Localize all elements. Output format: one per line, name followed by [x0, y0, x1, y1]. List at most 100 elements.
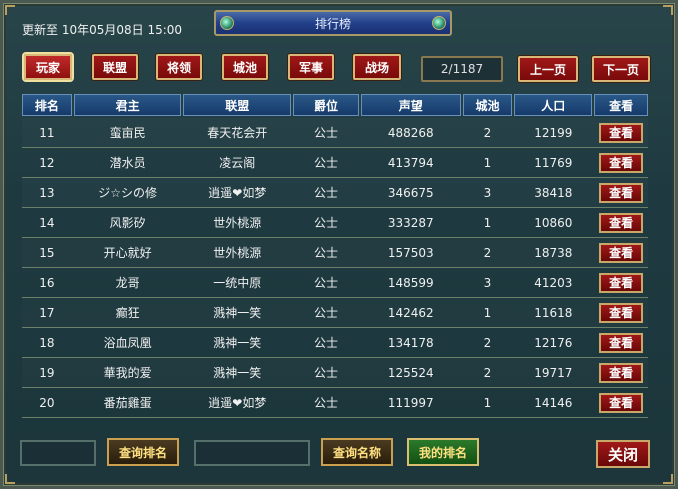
table-body: 11 蛮亩民 春天花会开 公士 488268 2 12199 查看 12 潜水员… — [22, 118, 648, 418]
query-name-button[interactable]: 查询名称 — [321, 438, 393, 466]
prev-page-button[interactable]: 上一页 — [518, 56, 578, 82]
table-row: 12 潜水员 凌云阁 公士 413794 1 11769 查看 — [22, 148, 648, 178]
view-button[interactable]: 查看 — [599, 122, 644, 143]
title-cell: 公士 — [314, 276, 339, 290]
population-cell: 12199 — [534, 125, 573, 140]
prestige-cell: 488268 — [387, 125, 434, 140]
title-cell: 公士 — [314, 336, 339, 350]
cities-cell: 1 — [483, 305, 492, 320]
table-row: 20 番茄雞蛋 逍遥❤如梦 公士 111997 1 14146 查看 — [22, 388, 648, 418]
table-row: 13 ジ☆シの修 逍遥❤如梦 公士 346675 3 38418 查看 — [22, 178, 648, 208]
tab-generals[interactable]: 将领 — [156, 54, 202, 80]
column-header-title: 爵位 — [293, 94, 359, 116]
tab-alliances[interactable]: 联盟 — [92, 54, 138, 80]
view-cell: 查看 — [594, 182, 648, 203]
page-indicator: 2/1187 — [421, 56, 503, 82]
prestige-cell: 413794 — [387, 155, 434, 170]
view-button[interactable]: 查看 — [599, 302, 644, 323]
population-cell: 38418 — [534, 185, 573, 200]
column-header-view: 查看 — [594, 94, 648, 116]
query-rank-button[interactable]: 查询排名 — [107, 438, 179, 466]
view-button[interactable]: 查看 — [599, 242, 644, 263]
title-cell: 公士 — [314, 366, 339, 380]
cities-cell: 2 — [483, 125, 492, 140]
table-row: 17 癫狂 溅神一笑 公士 142462 1 11618 查看 — [22, 298, 648, 328]
title-cell: 公士 — [314, 186, 339, 200]
lord-cell: 潜水员 — [109, 156, 146, 170]
alliance-cell: 逍遥❤如梦 — [208, 396, 267, 410]
prestige-cell: 157503 — [387, 245, 434, 260]
view-button[interactable]: 查看 — [599, 392, 644, 413]
alliance-cell: 逍遥❤如梦 — [208, 186, 267, 200]
population-cell: 12176 — [534, 335, 573, 350]
population-cell: 14146 — [534, 395, 573, 410]
alliance-cell: 世外桃源 — [213, 246, 262, 260]
lord-cell: 蛮亩民 — [109, 126, 146, 140]
view-button[interactable]: 查看 — [599, 212, 644, 233]
population-cell: 10860 — [534, 215, 573, 230]
table-row: 18 浴血凤凰 溅神一笑 公士 134178 2 12176 查看 — [22, 328, 648, 358]
population-cell: 19717 — [534, 365, 573, 380]
column-header-alliance: 联盟 — [183, 94, 292, 116]
column-header-population: 人口 — [514, 94, 593, 116]
lord-cell: 癫狂 — [115, 306, 140, 320]
population-cell: 18738 — [534, 245, 573, 260]
column-header-prestige: 声望 — [360, 94, 461, 116]
view-cell: 查看 — [594, 332, 648, 353]
tab-cities[interactable]: 城池 — [222, 54, 268, 80]
alliance-cell: 溅神一笑 — [213, 366, 262, 380]
rank-cell: 20 — [39, 395, 55, 410]
population-cell: 11618 — [534, 305, 573, 320]
prestige-cell: 125524 — [387, 365, 434, 380]
view-button[interactable]: 查看 — [599, 272, 644, 293]
rank-cell: 15 — [39, 245, 55, 260]
population-cell: 41203 — [534, 275, 573, 290]
rank-cell: 18 — [39, 335, 55, 350]
table-row: 15 开心就好 世外桃源 公士 157503 2 18738 查看 — [22, 238, 648, 268]
window-title: 排行榜 — [314, 16, 351, 31]
ranking-table: 排名 君主 联盟 爵位 声望 城池 人口 查看 11 蛮亩民 春天花会开 公士 … — [22, 94, 648, 418]
alliance-cell: 凌云阁 — [219, 156, 256, 170]
view-button[interactable]: 查看 — [599, 152, 644, 173]
view-button[interactable]: 查看 — [599, 362, 644, 383]
lord-cell: 浴血凤凰 — [103, 336, 152, 350]
lord-cell: 華我的爱 — [103, 366, 152, 380]
prestige-cell: 142462 — [387, 305, 434, 320]
cities-cell: 2 — [483, 365, 492, 380]
tab-military[interactable]: 军事 — [288, 54, 334, 80]
table-row: 14 风影矽 世外桃源 公士 333287 1 10860 查看 — [22, 208, 648, 238]
column-header-lord: 君主 — [73, 94, 182, 116]
table-row: 11 蛮亩民 春天花会开 公士 488268 2 12199 查看 — [22, 118, 648, 148]
cities-cell: 1 — [483, 395, 492, 410]
prestige-cell: 148599 — [387, 275, 434, 290]
gem-ornament-icon — [432, 16, 446, 30]
tab-battlefield[interactable]: 战场 — [353, 54, 401, 80]
close-button[interactable]: 关闭 — [596, 440, 650, 468]
view-cell: 查看 — [594, 272, 648, 293]
rank-cell: 12 — [39, 155, 55, 170]
my-rank-button[interactable]: 我的排名 — [407, 438, 479, 466]
prestige-cell: 134178 — [387, 335, 434, 350]
next-page-button[interactable]: 下一页 — [592, 56, 650, 82]
frame-corner-ornament — [663, 474, 673, 484]
name-search-input[interactable] — [194, 440, 310, 466]
view-button[interactable]: 查看 — [599, 182, 644, 203]
view-cell: 查看 — [594, 302, 648, 323]
view-button[interactable]: 查看 — [599, 332, 644, 353]
frame-corner-ornament — [5, 474, 15, 484]
update-time-label: 更新至 10年05月08日 15:00 — [22, 23, 183, 37]
cities-cell: 3 — [483, 275, 492, 290]
title-banner: 排行榜 — [214, 10, 452, 36]
cities-cell: 1 — [483, 215, 492, 230]
tab-players[interactable]: 玩家 — [24, 54, 72, 80]
title-cell: 公士 — [314, 216, 339, 230]
title-cell: 公士 — [314, 156, 339, 170]
rank-cell: 19 — [39, 365, 55, 380]
frame-corner-ornament — [5, 5, 15, 15]
frame-corner-ornament — [663, 5, 673, 15]
prestige-cell: 111997 — [387, 395, 434, 410]
lord-cell: 风影矽 — [109, 216, 146, 230]
cities-cell: 1 — [483, 155, 492, 170]
population-cell: 11769 — [534, 155, 573, 170]
rank-search-input[interactable] — [20, 440, 96, 466]
